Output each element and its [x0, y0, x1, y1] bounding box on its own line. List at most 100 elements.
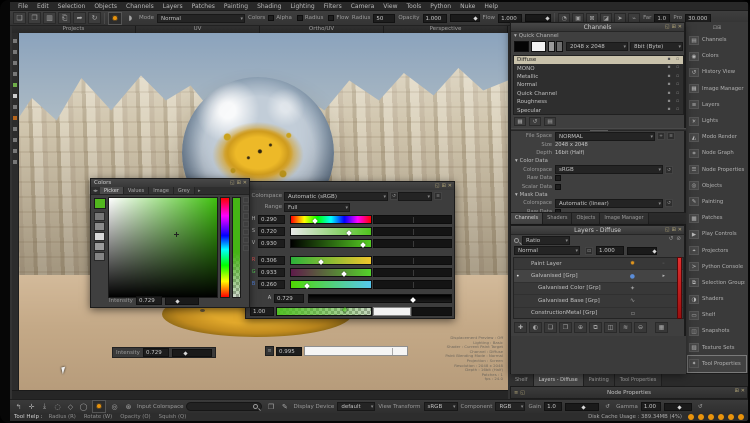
ramp-dark-segment[interactable] — [412, 307, 452, 316]
channel-row[interactable]: Diffuse — [514, 56, 683, 64]
palette-sidebar-item[interactable]: ☰ Node Properties — [688, 162, 746, 178]
radius-field[interactable]: 50 — [373, 14, 395, 23]
layer-row[interactable]: Galvanised Base [Grp] ∿ — [514, 295, 683, 307]
palette-sidebar-item[interactable]: ▩ Patches — [688, 210, 746, 226]
v-value[interactable]: 0.930 — [258, 239, 285, 248]
gain-slider[interactable] — [565, 403, 599, 411]
panel-expand-icon[interactable]: ⊞ — [672, 24, 676, 30]
tool-icon[interactable]: ✛ — [26, 401, 37, 412]
file-tool-icon[interactable]: ⎗ — [58, 12, 71, 24]
panel-menu-icon[interactable]: ≡ — [514, 390, 518, 396]
layer-filter-dropdown[interactable]: Ratio — [522, 236, 570, 245]
menu-item[interactable]: Lighting — [286, 2, 318, 11]
menu-item[interactable]: Tools — [403, 2, 426, 11]
add-adjustment-icon[interactable]: ◐ — [529, 322, 542, 333]
panel-detach-icon[interactable]: ◱ — [230, 180, 235, 186]
color-swatch-column[interactable] — [94, 212, 105, 261]
gain-field[interactable]: 1.0 — [544, 402, 562, 411]
menu-item[interactable]: Shading — [253, 2, 285, 11]
white-slider-value[interactable]: 0.995 — [276, 347, 302, 356]
channel-row[interactable]: Normal — [514, 81, 683, 89]
flow-slider[interactable] — [525, 14, 551, 22]
menu-item[interactable]: Nuke — [456, 2, 479, 11]
collapse-triangle-icon[interactable]: ▾ — [514, 33, 517, 39]
viewport-tab[interactable]: Perspective — [384, 26, 508, 33]
layers-scrollbar[interactable] — [677, 257, 682, 319]
palette-sidebar-item[interactable]: ◉ Colors — [688, 48, 746, 64]
layer-row[interactable]: Galvanised Color [Grp] ✦ — [514, 283, 683, 295]
viewport-tab[interactable]: UV — [136, 26, 260, 33]
channel-row[interactable]: Metallic — [514, 73, 683, 81]
secondary-dropdown[interactable] — [398, 192, 432, 201]
dock-tab[interactable]: Shelf — [510, 374, 534, 386]
tool-icon[interactable]: ◌ — [52, 401, 63, 412]
colors-tab[interactable]: Picker — [100, 187, 124, 194]
opacity-slider[interactable] — [450, 14, 480, 22]
palette-sidebar-item[interactable]: ▶ Play Controls — [688, 226, 746, 242]
b-slider-extension[interactable] — [373, 280, 452, 289]
tool-icon[interactable]: ◯ — [78, 401, 89, 412]
input-colorspace-search[interactable] — [186, 402, 262, 411]
paint-checkbox[interactable] — [268, 15, 274, 21]
v-slider[interactable] — [290, 239, 372, 248]
colorspace-dropdown[interactable]: sRGB — [555, 165, 663, 174]
v-slider-extension[interactable] — [373, 239, 452, 248]
file-space-add-icon[interactable]: + — [657, 132, 665, 140]
raw-data-checkbox[interactable] — [555, 175, 561, 181]
cache-layer-icon[interactable]: ≋ — [619, 322, 632, 333]
panel-expand-icon[interactable]: ⊞ — [237, 180, 241, 186]
layer-row[interactable]: ConstructionMetal [Grp] ▫ — [514, 308, 683, 319]
palette-sidebar-item[interactable]: ▨ Texture Sets — [688, 340, 746, 356]
viewport-tab[interactable]: Ortho/UV — [260, 26, 384, 33]
picker-option-buttons[interactable] — [243, 197, 249, 251]
menu-item[interactable]: Patches — [188, 2, 219, 11]
alpha-ramp-slider[interactable] — [276, 307, 372, 316]
sync-channel-button[interactable]: ↺ — [529, 117, 541, 126]
intensity-value[interactable]: 0.729 — [143, 348, 169, 357]
panel-close-icon[interactable]: ✕ — [741, 388, 745, 394]
duplicate-layer-icon[interactable]: ⧉ — [589, 322, 602, 333]
panel-detach-icon[interactable]: ◱ — [665, 24, 670, 30]
palette-sidebar-item[interactable]: ⌗ Node Graph — [688, 145, 746, 161]
menu-item[interactable]: Objects — [90, 2, 121, 11]
panel-splitter[interactable] — [511, 128, 686, 131]
channel-row-icons[interactable] — [667, 107, 681, 112]
towel-tool-icon[interactable]: ⊛ — [123, 401, 134, 412]
primary-color-swatch[interactable] — [514, 41, 529, 52]
layer-refresh-icon[interactable]: ↺ — [669, 236, 674, 242]
tool-icon[interactable]: ↰ — [13, 401, 24, 412]
mini-swatch[interactable] — [556, 41, 563, 52]
g-slider-extension[interactable] — [373, 268, 452, 277]
intensity-slider[interactable] — [165, 297, 199, 305]
panel-close-icon[interactable]: ✕ — [678, 227, 682, 233]
channel-row[interactable]: Specular — [514, 106, 683, 114]
palette-sidebar-item[interactable]: ◎ Objects — [688, 178, 746, 194]
channel-row-icons[interactable] — [667, 74, 681, 79]
saturation-value-picker[interactable] — [108, 197, 218, 298]
palette-sidebar-item[interactable]: ↺ History View — [688, 64, 746, 80]
panel-close-icon[interactable]: ✕ — [678, 24, 682, 30]
secondary-color-swatch[interactable] — [531, 41, 546, 52]
palette-sidebar-item[interactable]: ◫ Snapshots — [688, 323, 746, 339]
layer-clear-icon[interactable]: ⊘ — [676, 236, 681, 242]
colors-tab[interactable]: Grey — [174, 187, 195, 194]
sidebar-header-icon[interactable]: ⊡⊞ — [688, 23, 746, 32]
gain-reset-icon[interactable]: ↺ — [602, 401, 613, 412]
status-indicator-icons[interactable] — [688, 414, 744, 420]
panel-detach-icon[interactable]: ◱ — [665, 227, 670, 233]
palette-sidebar-item[interactable]: ⌖ Projectors — [688, 242, 746, 258]
node-properties-bar[interactable]: ≡◱ Node Properties ⊞✕ — [510, 386, 748, 399]
colorspace-option-icon[interactable]: ≡ — [434, 192, 442, 200]
panel-expand-icon[interactable]: ⊞ — [672, 227, 676, 233]
dock-tab[interactable]: Layers - Diffuse — [534, 374, 584, 386]
menu-item[interactable]: Edit — [33, 2, 53, 11]
colorspace-reset-icon[interactable]: ↺ — [390, 192, 398, 200]
dock-tab[interactable]: Image Manager — [600, 213, 648, 224]
layer-grid-icon[interactable]: ▦ — [655, 322, 668, 333]
b-slider[interactable] — [290, 280, 372, 289]
h-value[interactable]: 0.290 — [258, 215, 285, 224]
channel-row-icons[interactable] — [667, 82, 681, 87]
dock-tab[interactable]: Painting — [584, 374, 615, 386]
channel-row-icons[interactable] — [667, 65, 681, 70]
slider-menu-icon[interactable]: ≡ — [265, 346, 274, 356]
